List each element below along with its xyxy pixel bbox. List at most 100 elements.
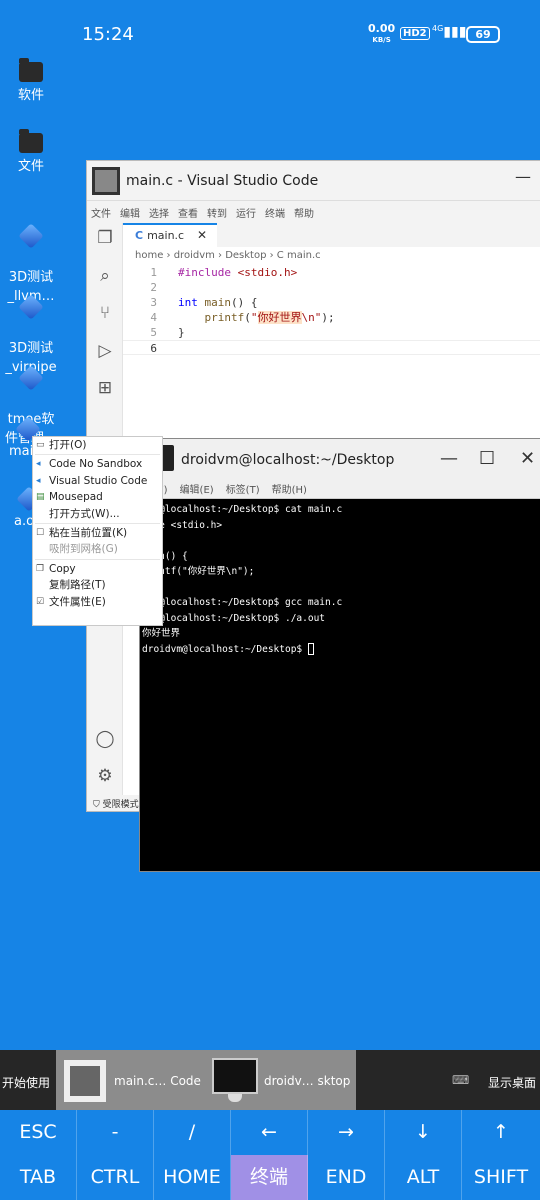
terminal-task-icon[interactable] <box>212 1058 258 1094</box>
close-button[interactable]: ✕ <box>520 448 535 469</box>
status-bar: 15:24 0.00 KB/S HD2 4G▮▮▮ 69 <box>0 0 540 70</box>
extra-keys-bar: ESC - / ← → ↓ ↑ TAB CTRL HOME 终端 END ALT… <box>0 1110 540 1200</box>
vscode-titlebar[interactable]: main.c - Visual Studio Code — <box>87 161 540 201</box>
key-alt[interactable]: ALT <box>385 1155 462 1200</box>
terminal-cursor <box>307 643 314 655</box>
key-tab[interactable]: TAB <box>0 1155 77 1200</box>
terminal-line: dvm@localhost:~/Desktop$ gcc main.c <box>142 597 343 608</box>
app-icon <box>18 365 44 391</box>
menu-item-snap-grid: 吸附到网格(G) <box>49 543 118 556</box>
app-icon <box>18 294 44 320</box>
terminal-output[interactable]: dvm@localhost:~/Desktop$ cat main.c lude… <box>140 499 540 657</box>
restricted-mode-status[interactable]: ⛉ 受限模式 <box>87 795 147 811</box>
copy-icon: ❐ <box>36 563 45 574</box>
minimize-button[interactable]: — <box>515 167 531 186</box>
menu-item-copy-path[interactable]: 复制路径(T) <box>33 577 162 593</box>
key-terminal[interactable]: 终端 <box>231 1155 308 1200</box>
monitor-stand-icon <box>228 1094 242 1102</box>
menu-run[interactable]: 运行 <box>236 205 256 220</box>
menu-item-stick-position[interactable]: ☐ 粘在当前位置(K) <box>33 525 162 541</box>
key-left[interactable]: ← <box>231 1110 308 1155</box>
menu-divider <box>35 558 160 560</box>
code-editor[interactable]: 1 #include <stdio.h> 2 3 int main() { 4 pr… <box>123 265 540 355</box>
key-slash[interactable]: / <box>154 1110 231 1155</box>
key-right[interactable]: → <box>308 1110 385 1155</box>
menu-edit[interactable]: 编辑 <box>120 205 140 220</box>
c-file-icon: C <box>135 229 144 242</box>
editor-tabs: Cmain.c ✕ <box>123 223 540 247</box>
hd-icon: HD2 <box>400 27 430 40</box>
terminal-line: dvm@localhost:~/Desktop$ cat main.c <box>142 504 343 515</box>
vscode-title: main.c - Visual Studio Code <box>126 173 319 189</box>
close-tab-icon[interactable]: ✕ <box>197 228 207 242</box>
terminal-prompt-line: droidvm@localhost:~/Desktop$ <box>142 642 540 658</box>
key-esc[interactable]: ESC <box>0 1110 77 1155</box>
task-vscode[interactable]: main.c… Code <box>114 1074 201 1088</box>
terminal-line: dvm@localhost:~/Desktop$ ./a.out <box>142 612 326 624</box>
keyboard-icon[interactable]: ⌨ <box>452 1073 469 1087</box>
checkbox-icon: ☐ <box>36 527 45 538</box>
code-line: 5} <box>150 326 185 339</box>
account-icon[interactable]: ◯ <box>95 729 115 749</box>
code-line: 1 #include <stdio.h> <box>150 266 298 279</box>
folder-icon <box>19 129 43 153</box>
menu-go[interactable]: 转到 <box>207 205 227 220</box>
vscode-menubar: 文件 编辑 选择 查看 转到 运行 终端 帮助 <box>87 201 540 223</box>
key-up[interactable]: ↑ <box>462 1110 540 1155</box>
menu-item-properties[interactable]: ☑ 文件属性(E) <box>33 594 162 610</box>
menu-file[interactable]: 文件 <box>91 205 111 220</box>
menu-help[interactable]: 帮助(H) <box>272 481 307 496</box>
desktop-icon-software[interactable]: 软件 <box>0 58 62 105</box>
context-menu: ▭ 打开(O) ◂ Code No Sandbox ◂ Visual Studio C… <box>32 436 163 626</box>
key-shift[interactable]: SHIFT <box>462 1155 540 1200</box>
search-icon[interactable]: ⌕ <box>95 266 115 286</box>
terminal-title: droidvm@localhost:~/Desktop <box>181 452 395 468</box>
menu-selection[interactable]: 选择 <box>149 205 169 220</box>
menu-item-mousepad[interactable]: ▤ Mousepad <box>33 489 162 505</box>
breadcrumb[interactable]: home › droidvm › Desktop › C main.c <box>135 250 321 261</box>
desktop-icon-files[interactable]: 文件 <box>0 129 62 176</box>
menu-help[interactable]: 帮助 <box>294 205 314 220</box>
run-debug-icon[interactable]: ▷ <box>95 341 115 361</box>
key-ctrl[interactable]: CTRL <box>77 1155 154 1200</box>
menu-tabs[interactable]: 标签(T) <box>226 481 260 496</box>
terminal-window[interactable]: droidvm@localhost:~/Desktop — ☐ ✕ 件(F) 编… <box>139 438 540 872</box>
menu-item-open[interactable]: ▭ 打开(O) <box>33 437 162 453</box>
menu-item-copy[interactable]: ❐ Copy <box>33 561 162 577</box>
menu-terminal[interactable]: 终端 <box>265 205 285 220</box>
show-desktop-button[interactable]: 显示桌面 <box>488 1074 536 1091</box>
menu-item-code-no-sandbox[interactable]: ◂ Code No Sandbox <box>33 456 162 472</box>
menu-item-visual-studio-code[interactable]: ◂ Visual Studio Code <box>33 473 162 489</box>
extensions-icon[interactable]: ⊞ <box>95 378 115 398</box>
key-end[interactable]: END <box>308 1155 385 1200</box>
menu-divider <box>35 454 160 456</box>
tab-main-c[interactable]: Cmain.c ✕ <box>123 223 217 247</box>
terminal-titlebar[interactable]: droidvm@localhost:~/Desktop — ☐ ✕ <box>140 439 540 479</box>
key-minus[interactable]: - <box>77 1110 154 1155</box>
taskbar: 开始使用 main.c… Code droidv… sktop ⌨ 显示桌面 <box>0 1050 540 1110</box>
key-home[interactable]: HOME <box>154 1155 231 1200</box>
vscode-icon: ◂ <box>36 475 41 486</box>
open-icon: ▭ <box>36 440 45 450</box>
settings-gear-icon[interactable]: ⚙ <box>95 766 115 786</box>
menu-view[interactable]: 查看 <box>178 205 198 220</box>
app-icon <box>18 223 44 249</box>
terminal-menubar: 件(F) 编辑(E) 标签(T) 帮助(H) <box>140 479 540 499</box>
start-button[interactable]: 开始使用 <box>2 1074 50 1091</box>
vscode-task-icon[interactable] <box>64 1060 106 1102</box>
explorer-icon[interactable]: ❐ <box>95 228 115 248</box>
menu-edit[interactable]: 编辑(E) <box>180 481 214 496</box>
task-list: main.c… Code droidv… sktop <box>56 1050 356 1110</box>
mousepad-icon: ▤ <box>36 492 45 503</box>
maximize-button[interactable]: ☐ <box>479 448 495 469</box>
source-control-icon[interactable]: ⑂ <box>95 303 115 323</box>
clock: 15:24 <box>82 24 134 45</box>
minimize-button[interactable]: — <box>440 448 458 469</box>
menu-item-open-with[interactable]: 打开方式(W)... <box>33 506 162 522</box>
terminal-line: lude <stdio.h> <box>142 519 223 531</box>
key-down[interactable]: ↓ <box>385 1110 462 1155</box>
code-line-current: 6 <box>123 340 540 355</box>
task-terminal[interactable]: droidv… sktop <box>264 1074 350 1088</box>
